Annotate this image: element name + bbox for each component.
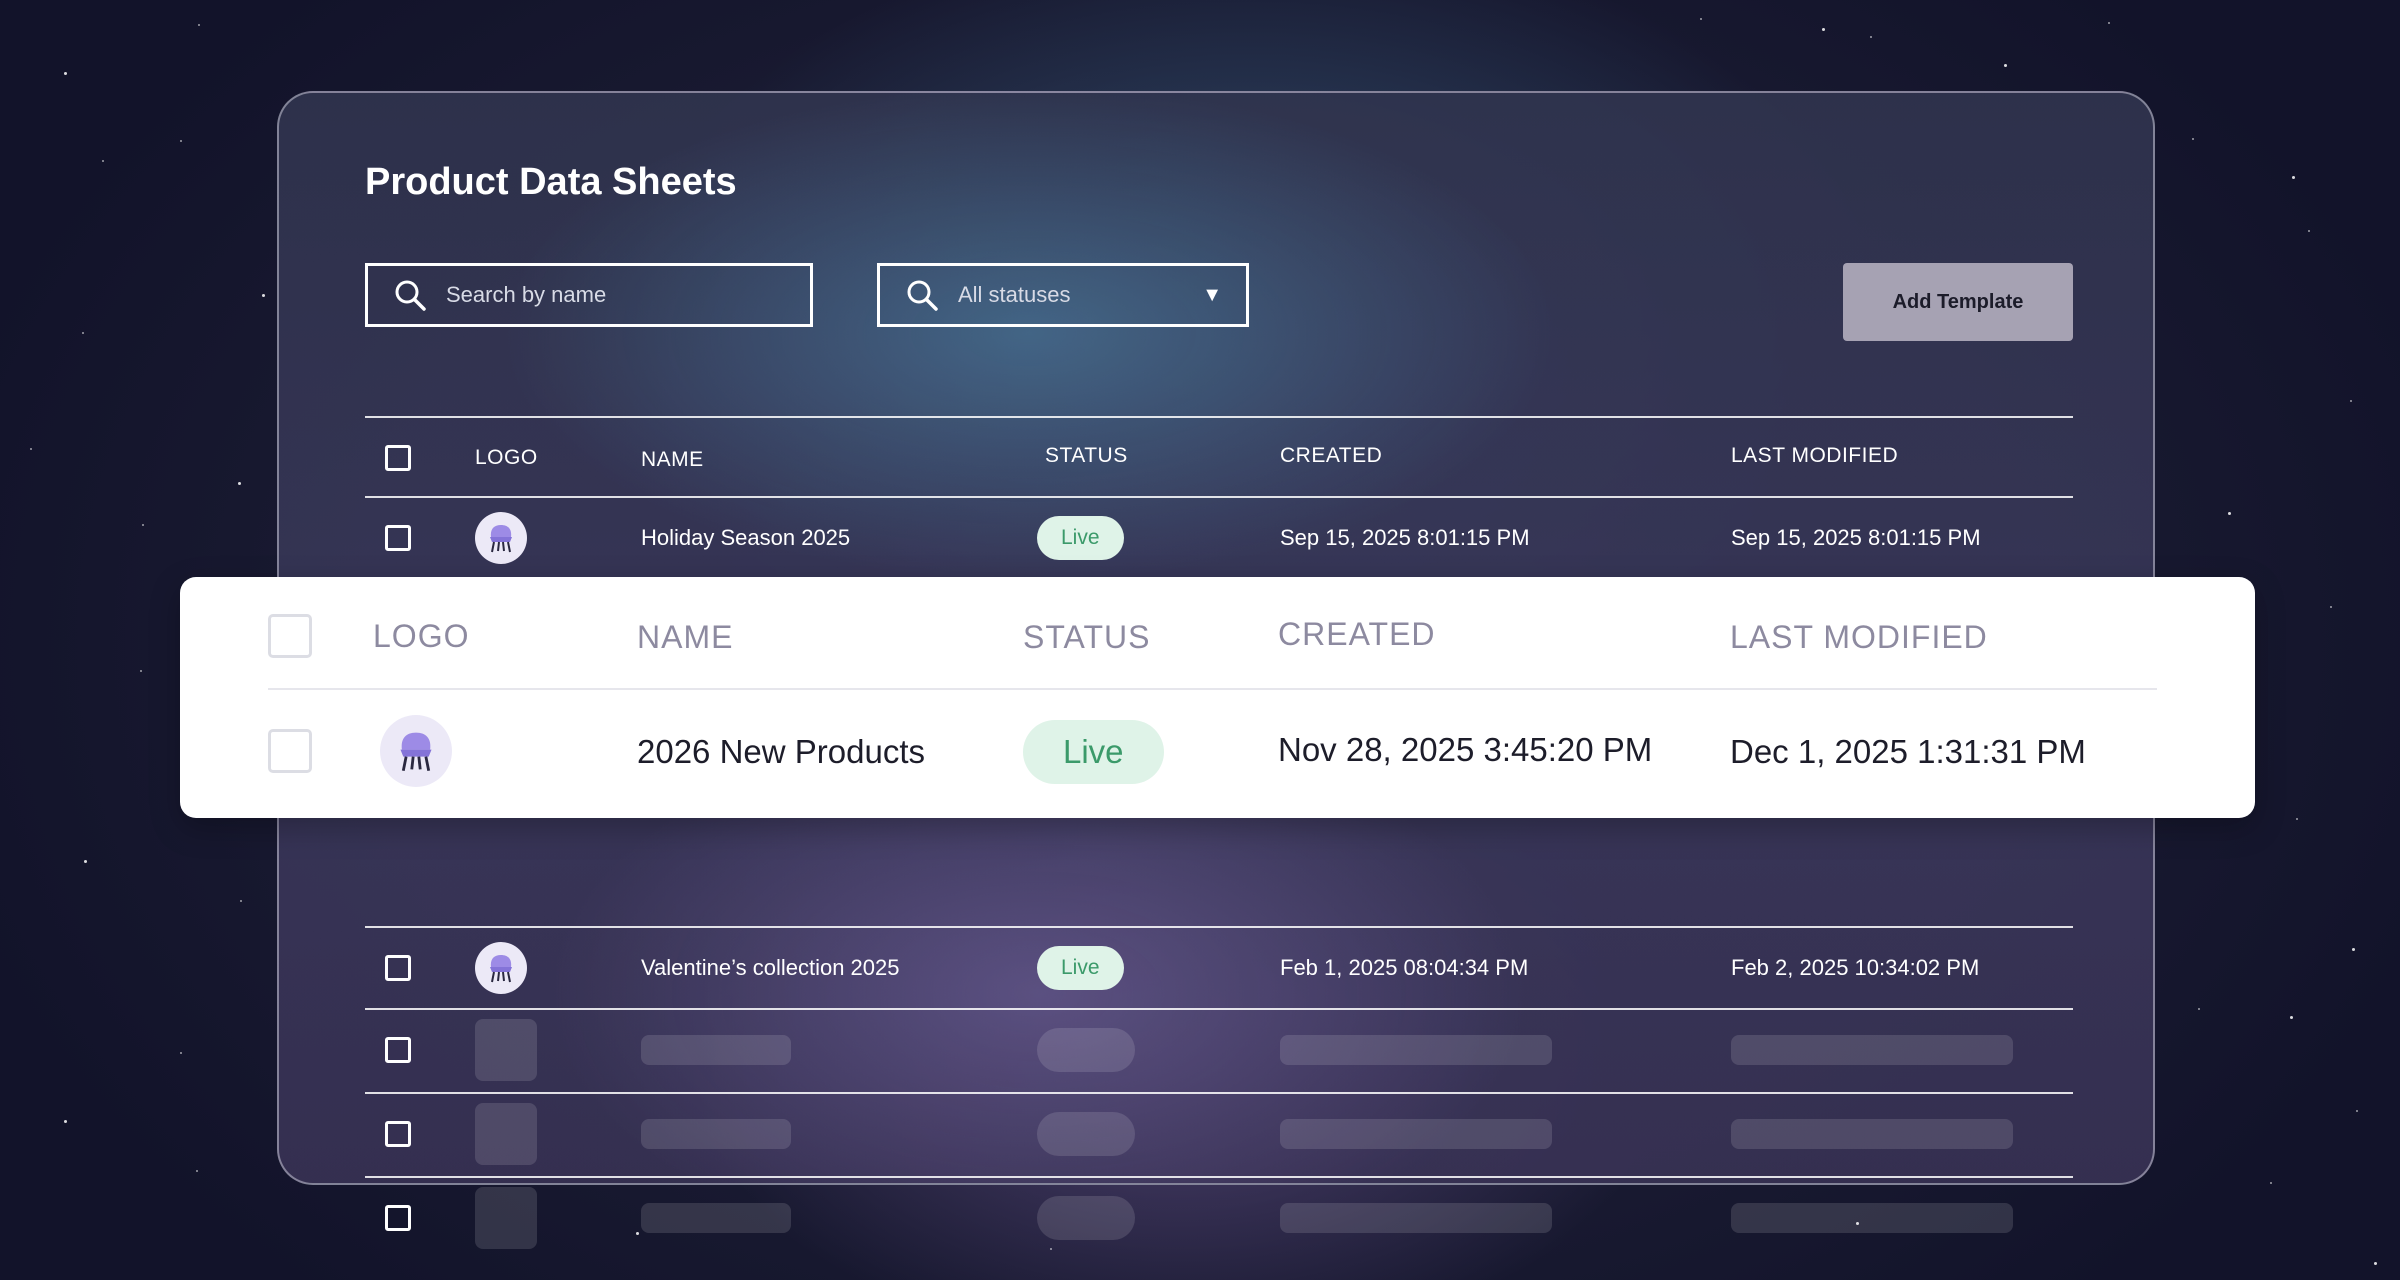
row-last-modified: Sep 15, 2025 8:01:15 PM [1731,525,1981,550]
status-badge: Live [1037,946,1124,990]
search-icon [395,280,426,311]
highlight-row-created: Nov 28, 2025 3:45:20 PM [1278,731,1653,768]
select-all-checkbox[interactable] [385,445,411,471]
highlight-column-header-logo: LOGO [373,617,470,654]
highlight-row-last-modified: Dec 1, 2025 1:31:31 PM [1730,733,2086,770]
column-header-status[interactable]: STATUS [1045,444,1128,468]
row-checkbox[interactable] [385,1121,411,1147]
highlight-status-badge: Live [1023,720,1164,784]
table-header-row: LOGO NAME STATUS CREATED LAST MODIFIED [365,416,2073,498]
skeleton-created [1280,1035,1552,1065]
skeleton-last-modified [1731,1035,2013,1065]
row-checkbox[interactable] [385,1037,411,1063]
highlight-row-name: 2026 New Products [637,733,925,770]
search-placeholder: Search by name [446,282,607,307]
highlight-column-header-created: CREATED [1278,615,1436,652]
row-logo [475,512,527,564]
skeleton-logo [475,1103,537,1165]
status-filter-value: All statuses [958,282,1071,307]
status-filter-dropdown[interactable]: All statuses ▼ [877,263,1249,327]
skeleton-row [365,1178,2073,1262]
skeleton-logo [475,1187,537,1249]
caret-down-icon: ▼ [1202,284,1222,306]
skeleton-last-modified [1731,1203,2013,1233]
highlight-column-header-status: STATUS [1023,618,1151,655]
table-row[interactable]: Holiday Season 2025 Live Sep 15, 2025 8:… [365,498,2073,582]
status-badge: Live [1037,516,1124,560]
highlight-header-checkbox[interactable] [268,614,312,658]
highlight-row-checkbox[interactable] [268,729,312,773]
highlighted-row-card[interactable]: LOGO NAME STATUS CREATED LAST MODIFIED 2… [180,577,2255,818]
skeleton-status [1037,1112,1135,1156]
row-name: Holiday Season 2025 [641,525,851,550]
page-title: Product Data Sheets [365,161,737,203]
highlight-divider [268,688,2157,690]
column-header-last-modified[interactable]: LAST MODIFIED [1731,444,1898,468]
search-icon [907,280,938,311]
skeleton-row [365,1010,2073,1094]
row-checkbox[interactable] [385,525,411,551]
skeleton-status [1037,1028,1135,1072]
skeleton-status [1037,1196,1135,1240]
skeleton-name [641,1035,791,1065]
skeleton-last-modified [1731,1119,2013,1149]
highlight-column-header-name: NAME [637,618,734,655]
add-template-button[interactable]: Add Template [1843,263,2073,341]
search-input[interactable]: Search by name [365,263,813,327]
row-name: Valentine’s collection 2025 [641,955,900,980]
column-header-name[interactable]: NAME [641,448,704,472]
highlight-row-logo [380,715,452,787]
chair-icon [400,732,432,772]
chair-icon [490,955,512,983]
row-created: Feb 1, 2025 08:04:34 PM [1280,955,1529,980]
table-row[interactable]: Valentine’s collection 2025 Live Feb 1, … [365,926,2073,1010]
row-checkbox[interactable] [385,1205,411,1231]
highlight-column-header-last-modified: LAST MODIFIED [1730,618,1988,655]
skeleton-name [641,1203,791,1233]
row-logo [475,942,527,994]
row-checkbox[interactable] [385,955,411,981]
skeleton-created [1280,1203,1552,1233]
skeleton-logo [475,1019,537,1081]
skeleton-name [641,1119,791,1149]
column-header-logo: LOGO [475,446,538,469]
skeleton-row [365,1094,2073,1178]
chair-icon [490,525,512,553]
row-last-modified: Feb 2, 2025 10:34:02 PM [1731,955,1980,980]
skeleton-created [1280,1119,1552,1149]
column-header-created[interactable]: CREATED [1280,444,1382,468]
row-created: Sep 15, 2025 8:01:15 PM [1280,525,1530,550]
